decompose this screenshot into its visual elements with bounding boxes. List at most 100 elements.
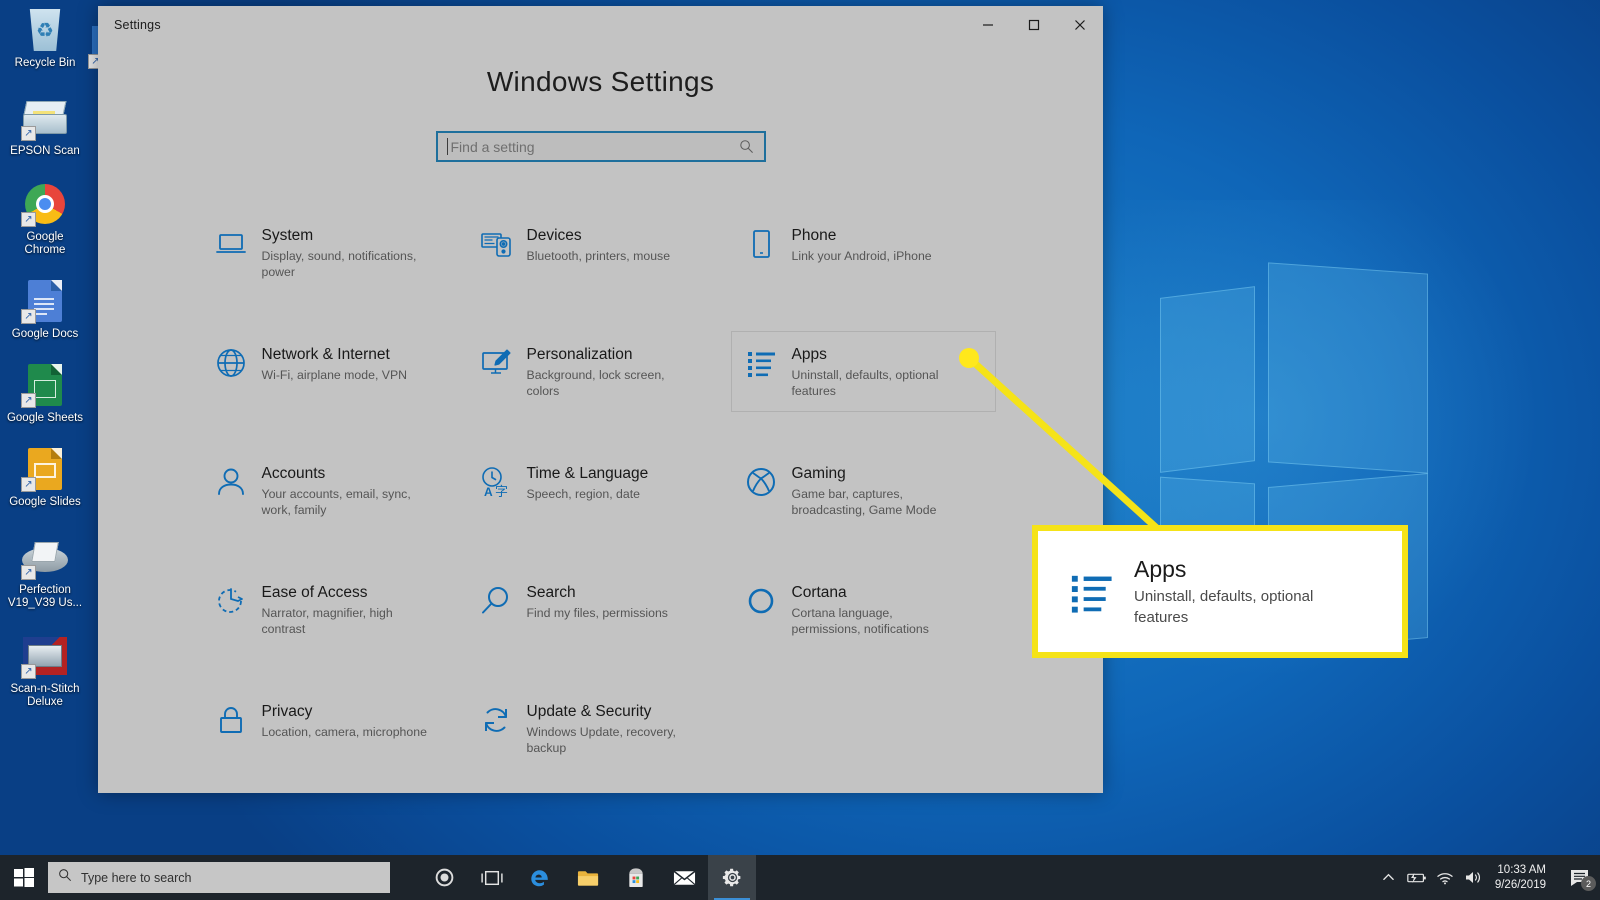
tile-text: Time & Language Speech, region, date xyxy=(527,463,649,502)
settings-tile-search[interactable]: Search Find my files, permissions xyxy=(466,569,731,650)
mail-icon[interactable] xyxy=(660,855,708,900)
laptop-icon xyxy=(214,227,248,261)
desktop-icon-label: EPSON Scan xyxy=(10,145,80,157)
tile-description: Location, camera, microphone xyxy=(261,725,427,739)
clock-time: 10:33 AM xyxy=(1497,863,1546,876)
tile-title: Time & Language xyxy=(526,465,649,482)
desktop-icon-label: Recycle Bin xyxy=(14,57,76,69)
volume-icon[interactable] xyxy=(1459,855,1487,900)
recycle-bin-icon xyxy=(21,6,69,54)
title-bar[interactable]: Settings xyxy=(98,6,1103,44)
desktop-icon-epson-scan[interactable]: ↗ EPSON Scan xyxy=(6,94,84,158)
keyboard-mouse-icon xyxy=(479,227,513,261)
settings-tile-gaming[interactable]: Gaming Game bar, captures, broadcasting,… xyxy=(731,450,996,531)
taskbar-app-list xyxy=(420,855,756,900)
settings-tile-phone[interactable]: Phone Link your Android, iPhone xyxy=(731,212,996,293)
file-explorer-icon[interactable] xyxy=(564,855,612,900)
phone-icon xyxy=(744,227,778,261)
tile-text: Cortana Cortana language, permissions, n… xyxy=(792,582,962,637)
google-chrome-icon: ↗ xyxy=(21,180,69,228)
shortcut-arrow-icon: ↗ xyxy=(21,477,36,492)
magnifier-icon xyxy=(479,584,513,618)
desktop-icon-scan-n-stitch[interactable]: ↗ Scan-n-Stitch Deluxe xyxy=(6,632,84,709)
close-button[interactable] xyxy=(1057,6,1103,44)
settings-tile-time-language[interactable]: A 字 Time & Language Speech, region, date xyxy=(466,450,731,531)
settings-tile-personalization[interactable]: Personalization Background, lock screen,… xyxy=(466,331,731,412)
wifi-icon[interactable] xyxy=(1431,855,1459,900)
minimize-button[interactable] xyxy=(965,6,1011,44)
tile-description: Cortana language, permissions, notificat… xyxy=(791,606,929,636)
search-icon xyxy=(58,868,72,887)
search-icon[interactable] xyxy=(739,139,754,154)
desktop-icon-label: Scan-n-Stitch Deluxe xyxy=(10,683,80,708)
tile-text: Accounts Your accounts, email, sync, wor… xyxy=(262,463,432,518)
google-docs-icon: ↗ xyxy=(21,277,69,325)
desktop-icon-google-slides[interactable]: ↗ Google Slides xyxy=(6,445,84,509)
tile-title: Ease of Access xyxy=(261,584,368,601)
settings-tile-network-internet[interactable]: Network & Internet Wi-Fi, airplane mode,… xyxy=(201,331,466,412)
callout-text: Apps Uninstall, defaults, optional featu… xyxy=(1134,555,1364,628)
paintbrush-monitor-icon xyxy=(479,346,513,380)
tile-title: Phone xyxy=(791,227,837,244)
tile-text: Ease of Access Narrator, magnifier, high… xyxy=(262,582,432,637)
page-title: Windows Settings xyxy=(486,66,715,97)
tile-title: System xyxy=(261,227,314,244)
tile-title: Privacy xyxy=(261,703,313,720)
wallpaper-pane xyxy=(1268,262,1428,474)
callout-title: Apps xyxy=(1134,556,1187,582)
search-input[interactable]: Find a setting xyxy=(435,131,766,162)
tile-description: Link your Android, iPhone xyxy=(791,249,932,263)
action-center-icon[interactable]: 2 xyxy=(1560,855,1600,900)
list-icon xyxy=(744,346,778,380)
tile-description: Find my files, permissions xyxy=(526,606,668,620)
show-hidden-icons-chevron-icon[interactable] xyxy=(1375,855,1403,900)
shortcut-arrow-icon: ↗ xyxy=(21,126,36,141)
wallpaper-pane xyxy=(1160,286,1255,473)
settings-tile-cortana[interactable]: Cortana Cortana language, permissions, n… xyxy=(731,569,996,650)
tile-description: Bluetooth, printers, mouse xyxy=(526,249,671,263)
settings-tile-devices[interactable]: Devices Bluetooth, printers, mouse xyxy=(466,212,731,293)
tile-title: Personalization xyxy=(526,346,633,363)
tile-title: Network & Internet xyxy=(261,346,390,363)
callout-box: Apps Uninstall, defaults, optional featu… xyxy=(1032,525,1408,658)
settings-tile-update-security[interactable]: Update & Security Windows Update, recove… xyxy=(466,688,731,769)
cortana-icon[interactable] xyxy=(420,855,468,900)
clock-language-icon: A 字 xyxy=(479,465,513,499)
tile-text: Network & Internet Wi-Fi, airplane mode,… xyxy=(262,344,408,383)
desktop-icon-perfection-scanner[interactable]: ↗ Perfection V19_V39 Us... xyxy=(6,533,84,610)
tile-title: Gaming xyxy=(791,465,846,482)
tile-text: Devices Bluetooth, printers, mouse xyxy=(527,225,671,264)
taskbar-search-input[interactable]: Type here to search xyxy=(48,862,390,893)
battery-charging-icon[interactable] xyxy=(1403,855,1431,900)
refresh-icon xyxy=(479,703,513,737)
google-sheets-icon: ↗ xyxy=(21,361,69,409)
settings-tile-accounts[interactable]: Accounts Your accounts, email, sync, wor… xyxy=(201,450,466,531)
taskbar: Type here to search 10:33 AM 9/26/2019 2 xyxy=(0,855,1600,900)
tile-text: Gaming Game bar, captures, broadcasting,… xyxy=(792,463,962,518)
desktop-icon-google-sheets[interactable]: ↗ Google Sheets xyxy=(6,361,84,425)
taskbar-clock[interactable]: 10:33 AM 9/26/2019 xyxy=(1487,863,1560,893)
tile-title: Update & Security xyxy=(526,703,652,720)
system-tray: 10:33 AM 9/26/2019 2 xyxy=(1375,855,1600,900)
desktop-icon-label: Google Slides xyxy=(9,496,81,508)
settings-gear-icon[interactable] xyxy=(708,855,756,900)
settings-tile-ease-of-access[interactable]: Ease of Access Narrator, magnifier, high… xyxy=(201,569,466,650)
settings-tile-apps[interactable]: Apps Uninstall, defaults, optional featu… xyxy=(730,331,996,412)
task-view-icon[interactable] xyxy=(468,855,516,900)
desktop-icon-recycle-bin[interactable]: Recycle Bin xyxy=(6,6,84,70)
scan-n-stitch-icon: ↗ xyxy=(21,632,69,680)
microsoft-store-icon[interactable] xyxy=(612,855,660,900)
tile-description: Narrator, magnifier, high contrast xyxy=(261,606,393,636)
settings-tile-system[interactable]: System Display, sound, notifications, po… xyxy=(201,212,466,293)
google-slides-icon: ↗ xyxy=(21,445,69,493)
tile-text: Phone Link your Android, iPhone xyxy=(792,225,932,264)
desktop-icon-google-chrome[interactable]: ↗ Google Chrome xyxy=(6,180,84,257)
maximize-button[interactable] xyxy=(1011,6,1057,44)
shortcut-arrow-icon: ↗ xyxy=(21,212,36,227)
settings-tile-privacy[interactable]: Privacy Location, camera, microphone xyxy=(201,688,466,769)
microsoft-edge-icon[interactable] xyxy=(516,855,564,900)
tile-text: Apps Uninstall, defaults, optional featu… xyxy=(792,344,962,399)
desktop-icon-google-docs[interactable]: ↗ Google Docs xyxy=(6,277,84,341)
windows-start-icon[interactable] xyxy=(0,855,48,900)
tile-description: Display, sound, notifications, power xyxy=(261,249,417,279)
